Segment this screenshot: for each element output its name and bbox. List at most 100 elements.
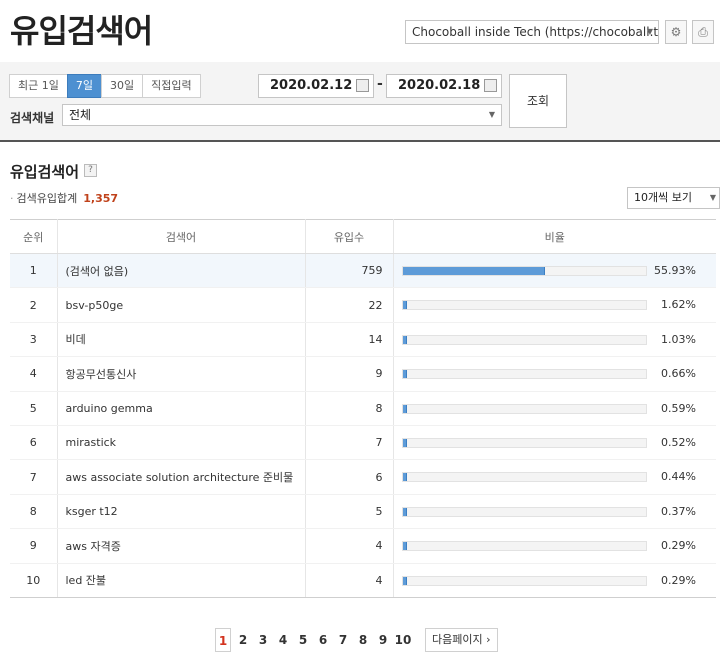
table-row: 5 arduino gemma 8 0.59%	[10, 391, 716, 426]
page-link-3[interactable]: 3	[253, 628, 273, 652]
print-button[interactable]: ⎙	[692, 20, 714, 44]
row-ratio: 0.37%	[393, 494, 716, 530]
ratio-bar-fill	[402, 438, 407, 447]
per-page-value: 10개씩 보기	[634, 191, 692, 204]
row-rank: 4	[10, 356, 58, 392]
page-link-1[interactable]: 1	[215, 628, 231, 652]
row-term[interactable]: 비데	[57, 322, 306, 358]
bullet-icon: ·	[10, 192, 14, 205]
end-date-input[interactable]: 2020.02.18	[386, 74, 502, 98]
calendar-icon[interactable]	[484, 79, 497, 92]
ratio-bar-track	[401, 472, 647, 483]
page-link-2[interactable]: 2	[233, 628, 253, 652]
ratio-bar-track	[401, 437, 647, 448]
summary-label: 검색유입합계	[16, 192, 78, 205]
header-term: 검색어	[57, 219, 306, 254]
period-7days[interactable]: 7일	[66, 74, 102, 98]
start-date-input[interactable]: 2020.02.12	[258, 74, 374, 98]
section-title: 유입검색어	[10, 163, 80, 181]
period-custom[interactable]: 직접입력	[142, 74, 201, 98]
row-term[interactable]: led 잔불	[57, 563, 306, 598]
row-percent: 0.44%	[661, 470, 696, 484]
ratio-bar-track	[401, 506, 647, 517]
calendar-icon[interactable]	[356, 79, 369, 92]
help-icon[interactable]: ?	[84, 164, 97, 177]
ratio-bar-fill	[402, 473, 407, 482]
period-30days[interactable]: 30일	[100, 74, 144, 98]
row-count: 6	[305, 459, 394, 495]
page-link-7[interactable]: 7	[333, 628, 353, 652]
period-tabs: 최근 1일 7일 30일 직접입력	[9, 74, 201, 98]
table-row: 1 (검색어 없음) 759 55.93%	[10, 253, 716, 289]
row-term[interactable]: mirastick	[57, 425, 306, 461]
row-term[interactable]: aws associate solution architecture 준비물	[57, 459, 306, 495]
row-percent: 0.66%	[661, 367, 696, 381]
blog-select[interactable]: Chocoball inside Tech (https://chocoball…	[405, 20, 659, 44]
next-page-button[interactable]: 다음페이지 ›	[425, 628, 498, 652]
row-ratio: 1.03%	[393, 322, 716, 358]
search-button[interactable]: 조회	[509, 74, 567, 128]
ratio-bar-track	[401, 300, 647, 311]
page-numbers: 1 2 3 4 5 6 7 8 9 10	[215, 628, 413, 652]
row-term[interactable]: aws 자격증	[57, 528, 306, 564]
ratio-bar-fill	[402, 267, 546, 275]
row-rank: 10	[10, 563, 58, 598]
period-1day[interactable]: 최근 1일	[9, 74, 68, 98]
row-percent: 0.59%	[661, 401, 696, 415]
start-date-value: 2020.02.12	[270, 78, 353, 93]
page-link-4[interactable]: 4	[273, 628, 293, 652]
settings-button[interactable]: ⚙	[665, 20, 687, 44]
page-link-10[interactable]: 10	[393, 628, 413, 652]
ratio-bar-fill	[402, 370, 407, 379]
row-count: 5	[305, 494, 394, 530]
chevron-down-icon: ▼	[709, 193, 716, 202]
ratio-bar-track	[401, 541, 647, 552]
row-term[interactable]: 항공무선통신사	[57, 356, 306, 392]
table-row: 6 mirastick 7 0.52%	[10, 425, 716, 461]
row-term[interactable]: arduino gemma	[57, 391, 306, 426]
row-ratio: 0.66%	[393, 356, 716, 392]
per-page-select[interactable]: 10개씩 보기 ▼	[627, 187, 720, 209]
page-link-8[interactable]: 8	[353, 628, 373, 652]
summary: · 검색유입합계 1,357	[10, 190, 118, 206]
row-rank: 2	[10, 287, 58, 323]
row-rank: 6	[10, 425, 58, 461]
row-percent: 0.29%	[661, 573, 696, 587]
filter-panel: 최근 1일 7일 30일 직접입력 2020.02.12 - 2020.02.1…	[0, 62, 720, 142]
row-rank: 1	[10, 253, 58, 289]
row-count: 14	[305, 322, 394, 358]
header-rank: 순위	[10, 219, 58, 254]
row-ratio: 0.29%	[393, 563, 716, 598]
row-ratio: 1.62%	[393, 287, 716, 323]
row-ratio: 55.93%	[393, 253, 716, 289]
row-count: 759	[305, 253, 394, 289]
chevron-down-icon: ▼	[488, 110, 495, 119]
ratio-bar-track	[401, 403, 647, 414]
row-percent: 0.37%	[661, 504, 696, 518]
row-rank: 8	[10, 494, 58, 530]
table-row: 10 led 잔불 4 0.29%	[10, 563, 716, 598]
blog-select-value: Chocoball inside Tech (https://chocoball…	[412, 25, 659, 39]
channel-label: 검색채널	[10, 111, 55, 125]
ratio-bar-track	[401, 266, 647, 276]
page-link-6[interactable]: 6	[313, 628, 333, 652]
print-icon: ⎙	[698, 25, 708, 39]
row-term[interactable]: bsv-p50ge	[57, 287, 306, 323]
channel-select-value: 전체	[69, 108, 92, 122]
row-rank: 5	[10, 391, 58, 426]
row-percent: 55.93%	[654, 264, 696, 277]
keyword-table: 순위 검색어 유입수 비율 1 (검색어 없음) 759 55.93% 2 bsv-p50…	[10, 219, 716, 598]
table-row: 7 aws associate solution architecture 준비물…	[10, 459, 716, 495]
row-term[interactable]: (검색어 없음)	[57, 253, 306, 289]
page-link-5[interactable]: 5	[293, 628, 313, 652]
row-term[interactable]: ksger t12	[57, 494, 306, 530]
row-count: 22	[305, 287, 394, 323]
date-separator: -	[377, 76, 383, 92]
row-rank: 9	[10, 528, 58, 564]
page-link-9[interactable]: 9	[373, 628, 393, 652]
row-percent: 0.29%	[661, 539, 696, 553]
channel-select[interactable]: 전체 ▼	[62, 104, 502, 126]
row-percent: 0.52%	[661, 435, 696, 449]
row-ratio: 0.59%	[393, 391, 716, 426]
row-rank: 3	[10, 322, 58, 358]
